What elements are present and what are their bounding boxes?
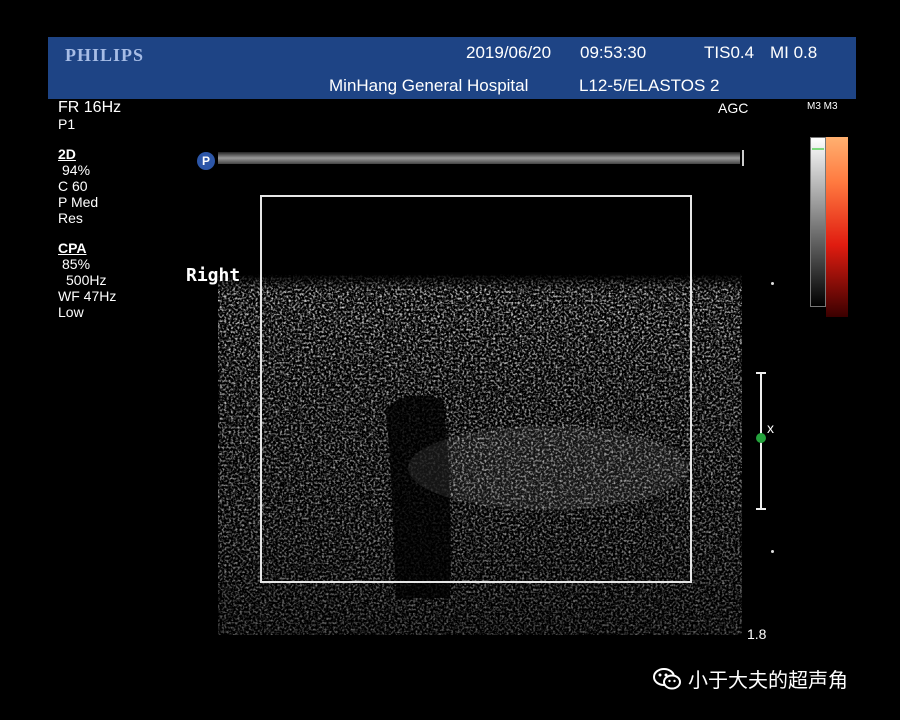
mode-cpa-sensitivity: Low [58, 304, 84, 320]
mode-2d-compression: C 60 [58, 178, 88, 194]
mode-cpa-wall-filter: WF 47Hz [58, 288, 117, 304]
watermark-text: 小于大夫的超声角 [688, 670, 848, 692]
color-map-label: M3 M3 [807, 101, 838, 112]
brand-logo: PHILIPS [65, 45, 145, 65]
probe-icon[interactable]: P [197, 152, 215, 170]
depth-scale-dot [771, 282, 774, 285]
probe-bar-end [738, 150, 744, 166]
watermark: 小于大夫的超声角 [652, 664, 848, 693]
mode-cpa-prf: 500Hz [66, 272, 107, 288]
agc-label: AGC [718, 100, 749, 116]
mode-2d-title: 2D [58, 146, 76, 162]
depth-scale-dot [771, 550, 774, 553]
header-bar: PHILIPS 2019/06/20 09:53:30 TIS0.4 MI 0.… [48, 37, 856, 99]
probe-position-bar [218, 152, 740, 164]
hospital-name: MinHang General Hospital [329, 76, 529, 95]
focus-marker-label: x [767, 420, 774, 436]
roi-box[interactable] [260, 195, 692, 583]
mi-index: MI 0.8 [770, 43, 818, 62]
imaging-parameters-panel: FR 16Hz P1 2D 94% C 60 P Med Res CPA 85%… [58, 99, 178, 321]
mode-2d-gain: 94% [62, 162, 91, 178]
preset: P1 [58, 116, 76, 132]
grayscale-bar [810, 137, 826, 307]
mode-cpa-gain: 85% [62, 256, 91, 272]
focus-marker-icon[interactable] [756, 433, 766, 443]
body-marker-label: Right [186, 265, 241, 286]
exam-date: 2019/06/20 [466, 43, 552, 62]
probe-name: L12-5/ELASTOS 2 [579, 76, 720, 95]
depth-readout: 1.8 [747, 626, 767, 642]
tis-index: TIS0.4 [704, 43, 755, 62]
exam-time: 09:53:30 [580, 43, 647, 62]
grayscale-marker [812, 148, 824, 150]
mode-2d-persistence: P Med [58, 194, 99, 210]
wechat-icon [653, 667, 681, 689]
mode-cpa-title: CPA [58, 240, 87, 256]
frame-rate: FR 16Hz [58, 99, 122, 116]
mode-2d-resolution: Res [58, 210, 83, 226]
color-scale-bar [826, 137, 848, 317]
